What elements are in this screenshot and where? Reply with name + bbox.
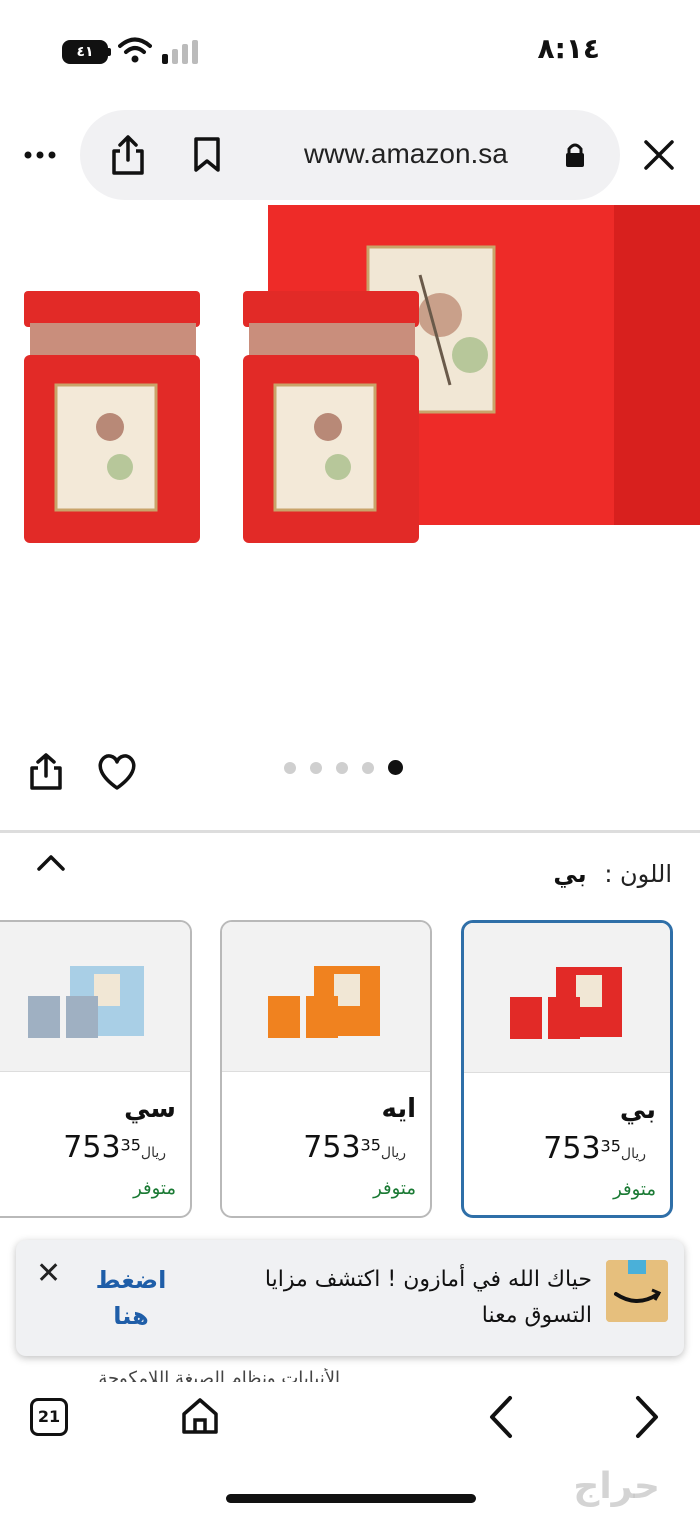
wifi-icon xyxy=(118,37,152,63)
status-time: ٨:١٤ xyxy=(537,32,600,65)
banner-cta-link[interactable]: اضغط هنا xyxy=(86,1262,176,1334)
price-currency: ريال xyxy=(140,1145,166,1161)
url-text[interactable]: www.amazon.sa xyxy=(304,138,508,170)
home-icon[interactable] xyxy=(180,1396,220,1436)
carousel-dot[interactable] xyxy=(362,761,374,774)
variant-card[interactable]: ايه ريال 75335 متوفر xyxy=(220,920,432,1218)
selected-color-value: بي xyxy=(553,860,587,888)
cellular-signal-icon xyxy=(162,40,198,64)
carousel-dot[interactable] xyxy=(310,761,322,774)
carousel-dot[interactable] xyxy=(388,760,403,775)
price-fraction: 35 xyxy=(120,1135,141,1155)
status-bar: ٤١ ٨:١٤ xyxy=(0,0,700,100)
price-currency: ريال xyxy=(380,1145,406,1161)
battery-tip xyxy=(108,48,111,56)
variant-thumbnail xyxy=(0,922,190,1072)
carousel-dot[interactable] xyxy=(284,761,296,774)
variant-card[interactable]: بي ريال 75335 متوفر xyxy=(461,920,673,1218)
stock-status: متوفر xyxy=(613,1179,656,1200)
watermark-logo: حراج xyxy=(573,1466,660,1507)
product-photo xyxy=(24,205,700,543)
bookmark-icon[interactable] xyxy=(192,136,222,174)
stock-status: متوفر xyxy=(373,1178,416,1199)
tabs-count-icon[interactable]: 21 xyxy=(30,1398,68,1436)
partial-description-text: الأنيابات ونظام الصيغة اللامكوجة xyxy=(98,1368,340,1382)
battery-icon: ٤١ xyxy=(62,40,108,64)
close-banner-icon[interactable]: ✕ xyxy=(36,1256,61,1291)
share-product-icon[interactable] xyxy=(28,752,64,792)
color-variants: بي ريال75335 متوفر ايه ريال75335 متوفر س… xyxy=(0,918,700,1220)
variant-price: ريال 75335 xyxy=(303,1130,406,1165)
banner-text: حياك الله في أمازون ! اكتشف مزايا التسوق… xyxy=(264,1267,592,1328)
stock-status: متوفر xyxy=(133,1178,176,1199)
variant-name: سي xyxy=(124,1094,176,1124)
price-currency: ريال xyxy=(620,1146,646,1162)
variant-name: بي xyxy=(619,1095,656,1125)
variant-name: ايه xyxy=(381,1094,416,1124)
variant-price: ريال 75335 xyxy=(543,1131,646,1166)
color-label: اللون : xyxy=(604,860,672,888)
share-icon[interactable] xyxy=(110,134,146,176)
amazon-logo-icon xyxy=(606,1260,668,1322)
price-whole: 753 xyxy=(303,1130,361,1165)
home-indicator[interactable] xyxy=(226,1494,476,1503)
chevron-up-icon[interactable] xyxy=(36,852,66,872)
color-selection-label: اللون : بي xyxy=(553,860,672,888)
back-arrow-icon[interactable] xyxy=(484,1394,518,1440)
price-whole: 753 xyxy=(63,1130,121,1165)
image-carousel-dots[interactable] xyxy=(284,760,403,775)
section-divider xyxy=(0,830,700,833)
forward-arrow-icon[interactable] xyxy=(630,1394,664,1440)
variant-price: ريال 75335 xyxy=(63,1130,166,1165)
variant-thumbnail xyxy=(222,922,430,1072)
price-fraction: 35 xyxy=(360,1135,381,1155)
close-tab-icon[interactable] xyxy=(640,136,678,174)
carousel-dot[interactable] xyxy=(336,761,348,774)
address-bar[interactable]: www.amazon.sa xyxy=(80,110,620,200)
variant-thumbnail xyxy=(464,923,670,1073)
promo-banner: ✕ اضغط هنا حياك الله في أمازون ! اكتشف م… xyxy=(16,1240,684,1356)
lock-icon xyxy=(566,143,584,167)
wishlist-heart-icon[interactable] xyxy=(96,752,138,792)
more-options-icon[interactable] xyxy=(22,140,58,170)
variant-card[interactable]: سي ريال 75335 متوفر xyxy=(0,920,192,1218)
price-fraction: 35 xyxy=(600,1136,621,1156)
price-whole: 753 xyxy=(543,1131,601,1166)
product-image[interactable] xyxy=(0,205,700,745)
